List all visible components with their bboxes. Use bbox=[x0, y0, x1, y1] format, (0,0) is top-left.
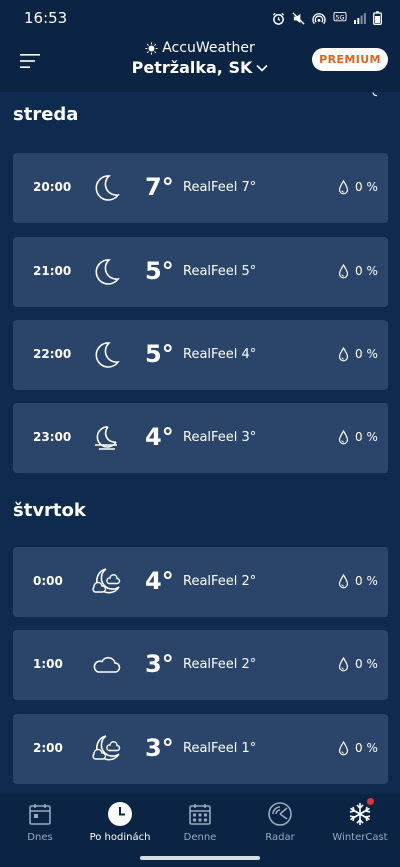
nav-label: Radar bbox=[265, 832, 295, 843]
bottom-navigation: Dnes Po hodinách Denne Radar WinterCast bbox=[0, 794, 400, 850]
brand-name: AccuWeather bbox=[162, 40, 255, 56]
moon-cloud-icon bbox=[92, 735, 121, 761]
realfeel-value: RealFeel 4° bbox=[183, 347, 257, 362]
realfeel-value: RealFeel 1° bbox=[183, 741, 257, 756]
alarm-icon bbox=[272, 12, 285, 25]
raindrop-icon bbox=[338, 430, 349, 445]
hotspot-icon bbox=[312, 12, 326, 24]
raindrop-icon bbox=[338, 347, 349, 362]
home-gesture-bar[interactable] bbox=[140, 856, 260, 860]
hour-row[interactable]: 2:00 3° RealFeel 1° 0 % bbox=[13, 714, 388, 784]
five-g-icon: 5G bbox=[333, 11, 347, 21]
raindrop-icon bbox=[338, 574, 349, 589]
hour-time: 2:00 bbox=[33, 741, 63, 755]
realfeel-value: RealFeel 3° bbox=[183, 430, 257, 445]
location-name: Petržalka, SK bbox=[131, 58, 253, 77]
status-time: 16:53 bbox=[24, 9, 68, 27]
hour-temperature: 3° bbox=[145, 734, 174, 762]
moon-cloud-icon bbox=[92, 568, 121, 594]
precipitation-value: 0 % bbox=[355, 347, 378, 361]
precipitation-value: 0 % bbox=[355, 574, 378, 588]
moon-haze-icon bbox=[95, 426, 117, 450]
hour-time: 23:00 bbox=[33, 430, 72, 444]
realfeel-value: RealFeel 2° bbox=[183, 657, 257, 672]
clock-icon bbox=[108, 802, 132, 826]
precipitation-value: 0 % bbox=[355, 657, 378, 671]
hour-row[interactable]: 0:00 4° RealFeel 2° 0 % bbox=[13, 547, 388, 617]
app-header: AccuWeather Petržalka, SK PREMIUM bbox=[0, 36, 400, 92]
calendar-icon bbox=[29, 804, 51, 825]
precipitation-value: 0 % bbox=[355, 430, 378, 444]
mute-icon bbox=[292, 11, 305, 25]
nav-item-denne[interactable]: Denne bbox=[160, 794, 240, 850]
hour-time: 1:00 bbox=[33, 657, 63, 671]
nav-item-dnes[interactable]: Dnes bbox=[0, 794, 80, 850]
moon-icon bbox=[95, 342, 120, 368]
nav-label: Po hodinách bbox=[89, 832, 151, 843]
moon-icon bbox=[95, 259, 120, 285]
hourly-forecast-list[interactable]: streda 20:00 7° RealFeel 7° 0 % 21:00 5°… bbox=[0, 92, 400, 794]
day-heading: streda bbox=[13, 104, 79, 125]
raindrop-icon bbox=[338, 180, 349, 195]
hour-temperature: 4° bbox=[145, 567, 174, 595]
nav-item-radar[interactable]: Radar bbox=[240, 794, 320, 850]
nav-item-po-hodinach[interactable]: Po hodinách bbox=[80, 794, 160, 850]
hour-time: 21:00 bbox=[33, 264, 72, 278]
moon-icon bbox=[95, 175, 120, 201]
gesture-area bbox=[0, 850, 400, 867]
hour-row[interactable]: 20:00 7° RealFeel 7° 0 % bbox=[13, 153, 388, 223]
notification-badge bbox=[367, 798, 374, 805]
hour-temperature: 5° bbox=[145, 340, 174, 368]
hour-time: 22:00 bbox=[33, 347, 72, 361]
hour-temperature: 5° bbox=[145, 257, 174, 285]
sun-logo-icon bbox=[145, 41, 158, 55]
status-icons: 5G bbox=[272, 11, 382, 25]
signal-icon bbox=[354, 13, 366, 24]
hour-time: 20:00 bbox=[33, 180, 72, 194]
radar-icon bbox=[268, 802, 292, 826]
precipitation-value: 0 % bbox=[355, 741, 378, 755]
hour-row[interactable]: 22:00 5° RealFeel 4° 0 % bbox=[13, 320, 388, 390]
battery-icon bbox=[373, 11, 382, 25]
realfeel-value: RealFeel 2° bbox=[183, 574, 257, 589]
precipitation-value: 0 % bbox=[355, 264, 378, 278]
realfeel-value: RealFeel 7° bbox=[183, 180, 257, 195]
nav-item-wintercast[interactable]: WinterCast bbox=[320, 794, 400, 850]
realfeel-value: RealFeel 5° bbox=[183, 264, 257, 279]
nav-label: WinterCast bbox=[332, 832, 388, 843]
nav-label: Denne bbox=[183, 832, 217, 843]
hour-row[interactable]: 21:00 5° RealFeel 5° 0 % bbox=[13, 237, 388, 307]
raindrop-icon bbox=[338, 264, 349, 279]
day-heading: štvrtok bbox=[13, 500, 86, 521]
precipitation-value: 0 % bbox=[355, 180, 378, 194]
raindrop-icon bbox=[338, 741, 349, 756]
hour-temperature: 4° bbox=[145, 423, 174, 451]
hour-row[interactable]: 1:00 3° RealFeel 2° 0 % bbox=[13, 630, 388, 700]
svg-text:5G: 5G bbox=[335, 13, 344, 21]
premium-button[interactable]: PREMIUM bbox=[312, 48, 388, 71]
scroll-fade-indicator bbox=[372, 92, 378, 97]
chevron-down-icon bbox=[256, 64, 268, 72]
nav-label: Dnes bbox=[27, 832, 53, 843]
hour-row[interactable]: 23:00 4° RealFeel 3° 0 % bbox=[13, 403, 388, 473]
hour-time: 0:00 bbox=[33, 574, 63, 588]
raindrop-icon bbox=[338, 657, 349, 672]
calendar-grid-icon bbox=[189, 804, 211, 825]
hour-temperature: 3° bbox=[145, 650, 174, 678]
hour-temperature: 7° bbox=[145, 173, 174, 201]
status-bar: 16:53 5G bbox=[0, 0, 400, 36]
cloud-icon bbox=[93, 656, 121, 673]
